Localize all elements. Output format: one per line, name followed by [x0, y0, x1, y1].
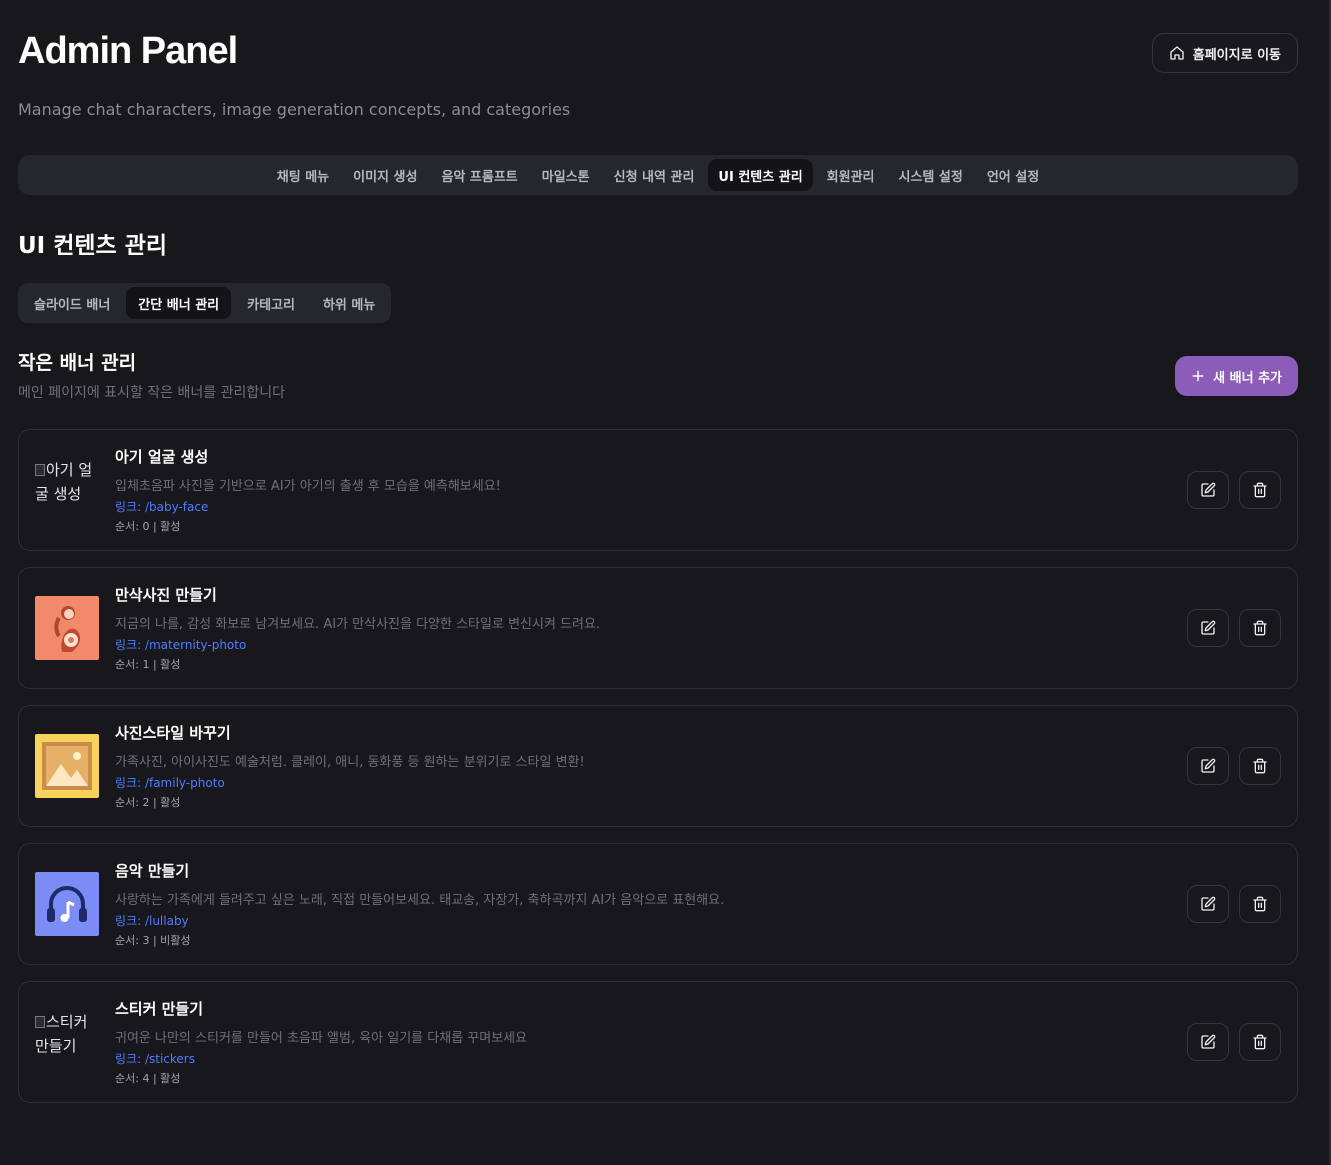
broken-image-icon: 아기 얼굴 생성: [35, 458, 105, 522]
edit-banner-button[interactable]: [1187, 1023, 1229, 1061]
banner-link[interactable]: 링크: /maternity-photo: [115, 636, 246, 653]
edit-icon: [1201, 482, 1216, 497]
sub-nav-tab[interactable]: 카테고리: [235, 287, 307, 319]
banner-link[interactable]: 링크: /lullaby: [115, 912, 189, 929]
add-banner-button[interactable]: 새 배너 추가: [1175, 356, 1298, 396]
delete-banner-button[interactable]: [1239, 471, 1281, 509]
banner-actions: [1187, 885, 1281, 923]
delete-banner-button[interactable]: [1239, 747, 1281, 785]
trash-icon: [1253, 620, 1267, 636]
banner-title: 만삭사진 만들기: [115, 586, 217, 604]
page-title: Admin Panel: [18, 30, 238, 72]
main-nav-tab[interactable]: 시스템 설정: [889, 159, 973, 191]
sub-nav-tab[interactable]: 슬라이드 배너: [22, 287, 122, 319]
broken-image-icon: 스티커 만들기: [35, 1010, 105, 1074]
section-title: UI 컨텐츠 관리: [18, 233, 168, 259]
landscape-picture-icon: [35, 734, 99, 798]
trash-icon: [1253, 758, 1267, 774]
main-nav: 채팅 메뉴 이미지 생성 음악 프롬프트 마일스톤 신청 내역 관리 UI 컨텐츠 관리 회…: [18, 155, 1298, 195]
trash-icon: [1253, 896, 1267, 912]
main-nav-tab[interactable]: 신청 내역 관리: [604, 159, 705, 191]
banner-actions: [1187, 609, 1281, 647]
sub-nav-tab[interactable]: 하위 메뉴: [311, 287, 387, 319]
banner-link[interactable]: 링크: /family-photo: [115, 774, 225, 791]
home-icon: [1170, 46, 1184, 60]
banner-description: 가족사진, 아이사진도 예술처럼. 클레이, 애니, 동화풍 등 원하는 분위기…: [115, 755, 585, 770]
banner-card: 사진스타일 바꾸기가족사진, 아이사진도 예술처럼. 클레이, 애니, 동화풍 …: [18, 705, 1298, 827]
banner-meta: 순서: 0 | 활성: [115, 520, 181, 533]
banner-list-description: 메인 페이지에 표시할 작은 배너를 관리합니다: [18, 385, 285, 401]
sub-nav-tab[interactable]: 간단 배너 관리: [126, 287, 232, 319]
delete-banner-button[interactable]: [1239, 1023, 1281, 1061]
banner-description: 지금의 나를, 감성 화보로 남겨보세요. AI가 만삭사진을 다양한 스타일로…: [115, 617, 601, 632]
banner-actions: [1187, 747, 1281, 785]
banner-title: 스티커 만들기: [115, 1000, 204, 1018]
edit-banner-button[interactable]: [1187, 609, 1229, 647]
banner-title: 음악 만들기: [115, 862, 190, 880]
add-banner-label: 새 배너 추가: [1213, 370, 1282, 386]
main-nav-tab[interactable]: 이미지 생성: [343, 159, 427, 191]
main-nav-tab[interactable]: UI 컨텐츠 관리: [708, 159, 813, 191]
main-nav-tab[interactable]: 음악 프롬프트: [431, 159, 527, 191]
main-nav-tab[interactable]: 채팅 메뉴: [267, 159, 339, 191]
trash-icon: [1253, 1034, 1267, 1050]
banner-meta: 순서: 3 | 비활성: [115, 934, 191, 947]
sub-nav: 슬라이드 배너 간단 배너 관리 카테고리 하위 메뉴: [18, 283, 392, 323]
edit-icon: [1201, 758, 1216, 773]
banner-title: 사진스타일 바꾸기: [115, 724, 231, 742]
pregnant-woman-icon: [35, 596, 99, 660]
banner-description: 사랑하는 가족에게 들려주고 싶은 노래, 직접 만들어보세요. 태교송, 자장…: [115, 893, 725, 908]
banner-title: 아기 얼굴 생성: [115, 448, 209, 466]
banner-card: 아기 얼굴 생성 아기 얼굴 생성 입체초음파 사진을 기반으로 AI가 아기의 출…: [18, 429, 1298, 551]
banner-description: 입체초음파 사진을 기반으로 AI가 아기의 출생 후 모습을 예측해보세요!: [115, 479, 501, 494]
trash-icon: [1253, 482, 1267, 498]
page-header: Admin Panel Manage chat characters, imag…: [18, 0, 1298, 140]
banner-meta: 순서: 1 | 활성: [115, 658, 181, 671]
main-nav-tab[interactable]: 언어 설정: [977, 159, 1049, 191]
headphones-music-icon: [35, 872, 99, 936]
banner-link[interactable]: 링크: /baby-face: [115, 498, 208, 515]
banner-list-title: 작은 배너 관리: [18, 352, 137, 374]
banner-card: 만삭사진 만들기지금의 나를, 감성 화보로 남겨보세요. AI가 만삭사진을 …: [18, 567, 1298, 689]
delete-banner-button[interactable]: [1239, 609, 1281, 647]
banner-actions: [1187, 1023, 1281, 1061]
main-nav-tab[interactable]: 회원관리: [817, 159, 885, 191]
plus-icon: [1192, 370, 1204, 382]
banner-description: 귀여운 나만의 스티커를 만들어 초음파 앨범, 육아 일기를 다채롭 꾸며보세…: [115, 1031, 528, 1046]
banner-link[interactable]: 링크: /stickers: [115, 1050, 195, 1067]
home-button[interactable]: 홈페이지로 이동: [1151, 33, 1298, 73]
edit-banner-button[interactable]: [1187, 747, 1229, 785]
banner-meta: 순서: 4 | 활성: [115, 1072, 181, 1085]
banner-actions: [1187, 471, 1281, 509]
home-button-label: 홈페이지로 이동: [1192, 47, 1281, 63]
banner-list-header: 작은 배너 관리 메인 페이지에 표시할 작은 배너를 관리합니다 새 배너 추…: [18, 345, 1298, 405]
edit-icon: [1201, 620, 1216, 635]
broken-image-marker: [35, 464, 45, 476]
edit-icon: [1201, 1034, 1216, 1049]
edit-icon: [1201, 896, 1216, 911]
banner-card: 스티커 만들기 스티커 만들기 귀여운 나만의 스티커를 만들어 초음파 앨범, 육…: [18, 981, 1298, 1103]
edit-banner-button[interactable]: [1187, 471, 1229, 509]
delete-banner-button[interactable]: [1239, 885, 1281, 923]
banner-meta: 순서: 2 | 활성: [115, 796, 181, 809]
main-nav-tab[interactable]: 마일스톤: [532, 159, 600, 191]
admin-panel: Admin Panel Manage chat characters, imag…: [18, 0, 1298, 1103]
broken-image-marker: [35, 1016, 45, 1028]
edit-banner-button[interactable]: [1187, 885, 1229, 923]
page-subtitle: Manage chat characters, image generation…: [18, 100, 571, 119]
banner-card: 음악 만들기사랑하는 가족에게 들려주고 싶은 노래, 직접 만들어보세요. 태…: [18, 843, 1298, 965]
banner-list: 아기 얼굴 생성 아기 얼굴 생성 입체초음파 사진을 기반으로 AI가 아기의 출…: [18, 429, 1298, 1119]
